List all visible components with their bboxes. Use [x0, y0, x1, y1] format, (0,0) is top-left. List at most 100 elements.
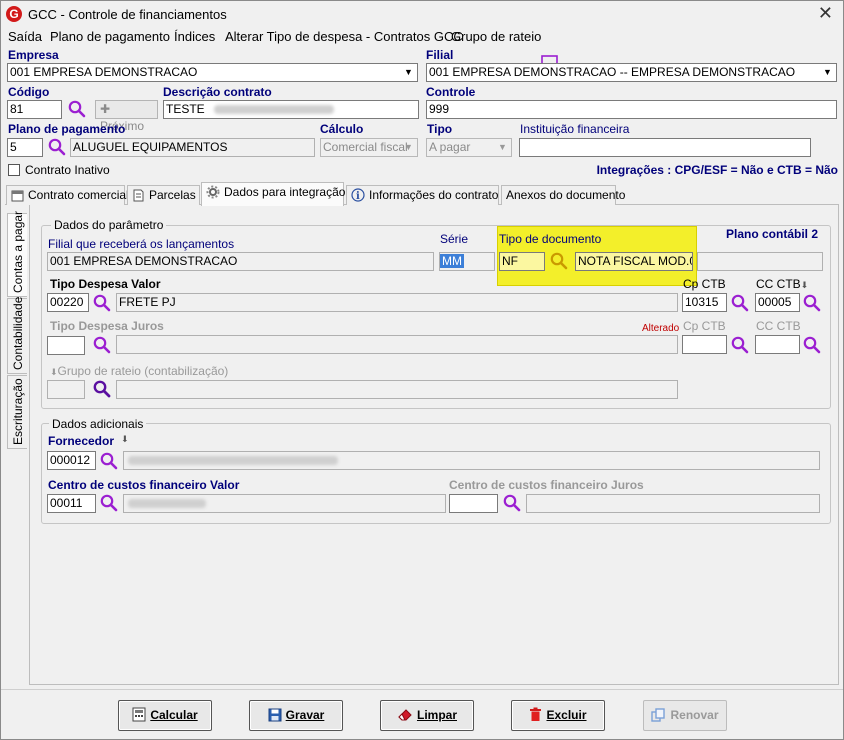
renovar-button[interactable]: Renovar: [643, 700, 727, 731]
fornecedor-description: [123, 451, 820, 470]
cp-ctb-label: Cp CTB: [683, 277, 726, 291]
app-logo-icon: G: [6, 6, 22, 22]
search-icon[interactable]: [92, 293, 112, 313]
side-tab-label: Contabilidade: [11, 296, 25, 370]
chevron-down-icon: ▼: [498, 142, 507, 152]
pin-icon: ⬇: [800, 280, 809, 290]
serie-field[interactable]: MM: [439, 252, 495, 271]
cp-ctb2-label: Cp CTB: [683, 319, 726, 333]
gravar-button[interactable]: Gravar: [249, 700, 343, 731]
search-icon[interactable]: [99, 451, 119, 471]
plano-contabil-label: Plano contábil 2: [726, 227, 819, 241]
search-icon[interactable]: [730, 335, 750, 355]
main-window: G GCC - Controle de financiamentos ✕ Saí…: [0, 0, 844, 740]
svg-text:i: i: [356, 191, 360, 202]
centro-juros-code-input[interactable]: [449, 494, 498, 513]
tab-label: Dados para integração: [224, 185, 346, 199]
bottom-divider: [1, 689, 843, 690]
tipo-documento-description: NOTA FISCAL MOD.01: [575, 252, 693, 271]
codigo-input[interactable]: 81: [7, 100, 62, 119]
tab-label: Informações do contrato: [369, 188, 499, 202]
tipo-value: A pagar: [429, 140, 471, 154]
cp-ctb-input[interactable]: 10315: [682, 293, 727, 312]
descricao-input[interactable]: TESTE: [163, 100, 419, 119]
centro-valor-code-input[interactable]: 00011: [47, 494, 96, 513]
tipo-documento-code-input[interactable]: NF: [499, 252, 545, 271]
limpar-label: Limpar: [416, 708, 457, 722]
proximo-button[interactable]: ✚ Próximo: [95, 100, 158, 133]
menu-indices[interactable]: Índices: [174, 29, 215, 44]
eraser-icon: [398, 709, 412, 721]
empresa-select[interactable]: 001 EMPRESA DEMONSTRACAO ▼: [7, 63, 418, 82]
search-icon[interactable]: [802, 335, 822, 355]
chevron-down-icon: ▼: [823, 67, 832, 77]
limpar-button[interactable]: Limpar: [380, 700, 474, 731]
tab-dados-integracao[interactable]: Dados para integração: [201, 182, 346, 206]
search-icon[interactable]: [92, 335, 112, 355]
search-icon[interactable]: [92, 379, 112, 399]
cp-ctb2-input[interactable]: [682, 335, 727, 354]
grupo-rateio-description: [116, 380, 678, 399]
menu-saida[interactable]: Saída: [8, 29, 42, 44]
tipo-despesa-valor-code-input[interactable]: 00220: [47, 293, 89, 312]
redacted-text: [128, 499, 206, 509]
filial-value: 001 EMPRESA DEMONSTRACAO -- EMPRESA DEMO…: [429, 65, 796, 79]
tipo-select[interactable]: A pagar ▼: [426, 138, 512, 157]
grupo-rateio-label-text: Grupo de rateio (contabilização): [57, 364, 229, 378]
contrato-inativo-checkbox[interactable]: [8, 164, 20, 176]
menu-alterar-tipo-despesa[interactable]: Alterar Tipo de despesa - Contratos GCC: [225, 29, 463, 44]
search-icon[interactable]: [67, 99, 87, 119]
tab-parcelas[interactable]: Parcelas: [127, 185, 200, 205]
centro-juros-description: [526, 494, 820, 513]
calcular-button[interactable]: Calcular: [118, 700, 212, 731]
close-icon[interactable]: ✕: [818, 3, 833, 24]
document-icon: [133, 189, 144, 202]
menu-plano-pagamento[interactable]: Plano de pagamento: [50, 29, 170, 44]
search-icon[interactable]: [730, 293, 750, 313]
search-icon[interactable]: [47, 137, 67, 157]
instituicao-input[interactable]: [519, 138, 811, 157]
cc-ctb2-input[interactable]: [755, 335, 800, 354]
side-tab-contas-pagar[interactable]: Contas a pagar: [7, 211, 27, 297]
tab-label: Anexos do documento: [506, 188, 626, 202]
renovar-label: Renovar: [670, 708, 719, 722]
contrato-inativo-label: Contrato Inativo: [25, 163, 110, 177]
tab-informacoes-contrato[interactable]: i Informações do contrato: [346, 185, 499, 205]
tipo-despesa-juros-label: Tipo Despesa Juros: [50, 319, 164, 333]
tab-anexos[interactable]: Anexos do documento: [501, 185, 625, 205]
tab-contrato-comercial[interactable]: Contrato comercial: [6, 185, 129, 205]
fornecedor-code-input[interactable]: 000012: [47, 451, 96, 470]
controle-input[interactable]: 999: [426, 100, 837, 119]
excluir-button[interactable]: Excluir: [511, 700, 605, 731]
search-icon[interactable]: [502, 493, 522, 513]
tipo-label: Tipo: [427, 122, 453, 136]
search-icon[interactable]: [549, 251, 569, 271]
pin-icon: ⬇: [50, 367, 58, 377]
search-icon[interactable]: [802, 293, 822, 313]
side-tab-label: Escrituração: [11, 378, 25, 445]
menu-grupo-rateio[interactable]: Grupo de rateio: [451, 29, 541, 44]
search-icon[interactable]: [99, 493, 119, 513]
grupo-rateio-label: ⬇Grupo de rateio (contabilização): [50, 364, 228, 378]
filial-select[interactable]: 001 EMPRESA DEMONSTRACAO -- EMPRESA DEMO…: [426, 63, 837, 82]
empresa-value: 001 EMPRESA DEMONSTRACAO: [10, 65, 198, 79]
tab-label: Contrato comercial: [28, 188, 129, 202]
side-tab-escrituracao[interactable]: Escrituração: [7, 375, 27, 449]
tipo-despesa-juros-code-input[interactable]: [47, 336, 85, 355]
centro-juros-label: Centro de custos financeiro Juros: [449, 478, 644, 492]
cc-ctb-label-text: CC CTB: [756, 277, 801, 291]
dados-adicionais-title: Dados adicionais: [49, 417, 147, 431]
side-tab-contabilidade[interactable]: Contabilidade: [7, 296, 27, 374]
calcular-label: Calcular: [150, 708, 198, 722]
plano-label: Plano de pagamento: [8, 122, 126, 136]
centro-valor-label: Centro de custos financeiro Valor: [48, 478, 240, 492]
calculo-select[interactable]: Comercial fiscal ▼: [320, 138, 418, 157]
trash-icon: [530, 707, 542, 721]
menu-bar: Saída Plano de pagamento Índices Alterar…: [1, 27, 843, 69]
plano-code-input[interactable]: 5: [7, 138, 43, 157]
calculo-label: Cálculo: [320, 122, 364, 136]
controle-label: Controle: [426, 85, 476, 99]
excluir-label: Excluir: [546, 708, 587, 722]
cc-ctb-input[interactable]: 00005: [755, 293, 800, 312]
cc-ctb2-label: CC CTB: [756, 319, 801, 333]
